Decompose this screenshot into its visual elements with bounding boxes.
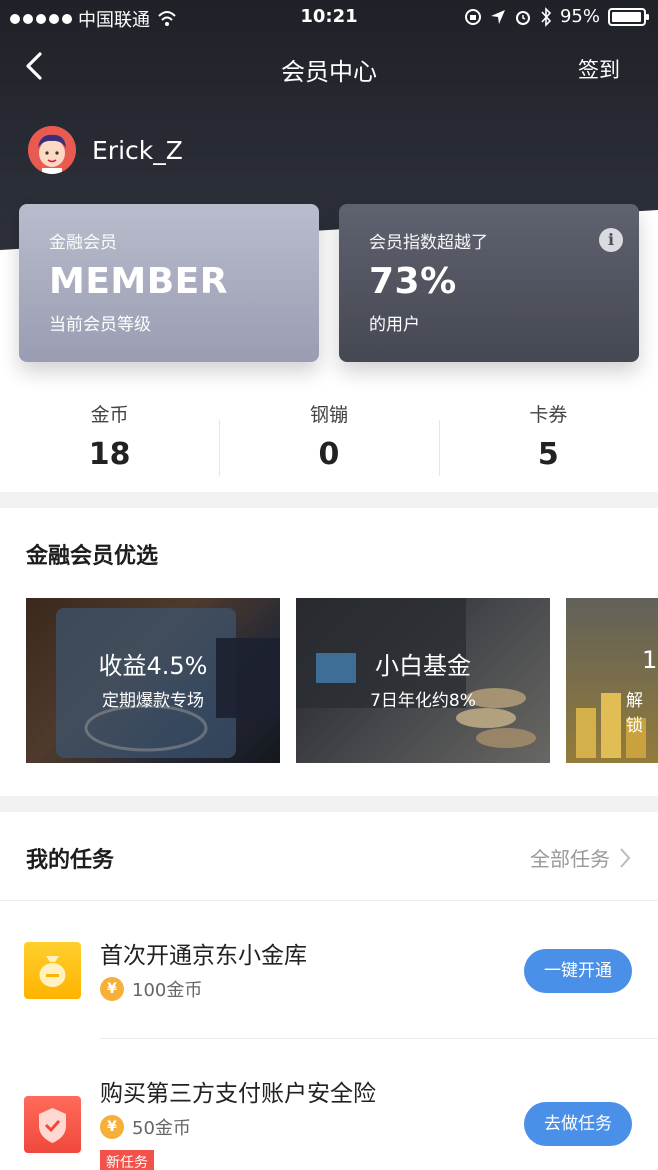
member-card-label: 金融会员 — [49, 233, 117, 253]
stat-label: 钢镚 — [309, 404, 348, 426]
member-index-card[interactable]: 会员指数超越了 73% 的用户 i — [339, 204, 639, 362]
sign-in-button[interactable]: 签到 — [578, 54, 620, 84]
stat-value: 18 — [88, 437, 131, 472]
avatar[interactable] — [28, 126, 76, 174]
info-icon[interactable]: i — [599, 228, 623, 252]
divider — [100, 1038, 658, 1039]
stat-steel-coins[interactable]: 钢镚 0 — [219, 400, 438, 492]
open-vault-button[interactable]: 一键开通 — [524, 949, 632, 993]
avatar-icon — [28, 126, 76, 174]
user-profile[interactable]: Erick_Z — [28, 126, 183, 174]
all-tasks-label: 全部任务 — [530, 847, 610, 871]
index-value: 73% — [369, 261, 457, 302]
do-task-button[interactable]: 去做任务 — [524, 1102, 632, 1146]
tasks-section-title: 我的任务 — [26, 848, 115, 873]
rotation-lock-icon — [464, 8, 481, 25]
member-level-card[interactable]: 金融会员 MEMBER 当前会员等级 — [19, 204, 319, 362]
asset-stats: 金币 18 钢镚 0 卡券 5 — [0, 400, 658, 492]
index-card-label: 会员指数超越了 — [369, 233, 488, 253]
promo-title: 小白基金 — [375, 652, 471, 680]
stat-value: 5 — [537, 437, 559, 472]
promo-card-partial[interactable]: 10 解锁 — [566, 598, 658, 763]
status-bar: 中国联通 10:21 95% — [0, 0, 658, 34]
battery-percent: 95% — [559, 6, 600, 27]
alarm-icon — [515, 10, 530, 25]
bluetooth-icon — [541, 6, 552, 27]
stat-coins[interactable]: 金币 18 — [0, 400, 219, 492]
battery-icon — [608, 7, 649, 26]
divider — [0, 900, 658, 901]
new-task-badge: 新任务 — [100, 1150, 154, 1170]
promo-title: 10 — [642, 646, 658, 674]
task-reward: ¥ 50金币 — [100, 1114, 191, 1140]
stat-label: 金币 — [90, 404, 129, 426]
location-icon — [490, 9, 505, 24]
coin-icon: ¥ — [100, 1115, 124, 1139]
coin-icon: ¥ — [100, 977, 124, 1001]
index-card-caption: 的用户 — [369, 315, 420, 335]
promo-card-fund[interactable]: 小白基金 7日年化约8% — [296, 598, 550, 763]
page-title: 会员中心 — [281, 58, 377, 86]
task-title: 购买第三方支付账户安全险 — [100, 1081, 376, 1107]
task-reward: ¥ 100金币 — [100, 976, 202, 1002]
section-separator — [0, 796, 658, 812]
promo-image-coins — [566, 598, 658, 763]
section-separator — [0, 492, 658, 508]
stat-coupons[interactable]: 卡券 5 — [438, 400, 658, 492]
promo-title: 收益4.5% — [98, 652, 208, 680]
promo-subtitle: 解锁 — [626, 691, 643, 736]
username: Erick_Z — [92, 135, 183, 165]
shield-icon — [24, 1096, 81, 1153]
stat-label: 卡券 — [529, 404, 568, 426]
chevron-right-icon — [620, 847, 631, 868]
all-tasks-link[interactable]: 全部任务 — [530, 843, 632, 872]
promo-card-yield[interactable]: 收益4.5% 定期爆款专场 — [26, 598, 280, 763]
task-title: 首次开通京东小金库 — [100, 943, 307, 969]
promo-subtitle: 定期爆款专场 — [102, 691, 204, 711]
nav-bar: 会员中心 签到 — [0, 34, 658, 100]
promo-subtitle: 7日年化约8% — [370, 691, 476, 711]
featured-section-title: 金融会员优选 — [26, 544, 159, 569]
member-level: MEMBER — [49, 261, 228, 302]
member-card-caption: 当前会员等级 — [49, 315, 151, 335]
money-bag-icon — [24, 942, 81, 999]
reward-label: 100金币 — [132, 980, 203, 1001]
stat-value: 0 — [318, 437, 340, 472]
battery-level — [612, 11, 641, 22]
reward-label: 50金币 — [132, 1118, 191, 1139]
